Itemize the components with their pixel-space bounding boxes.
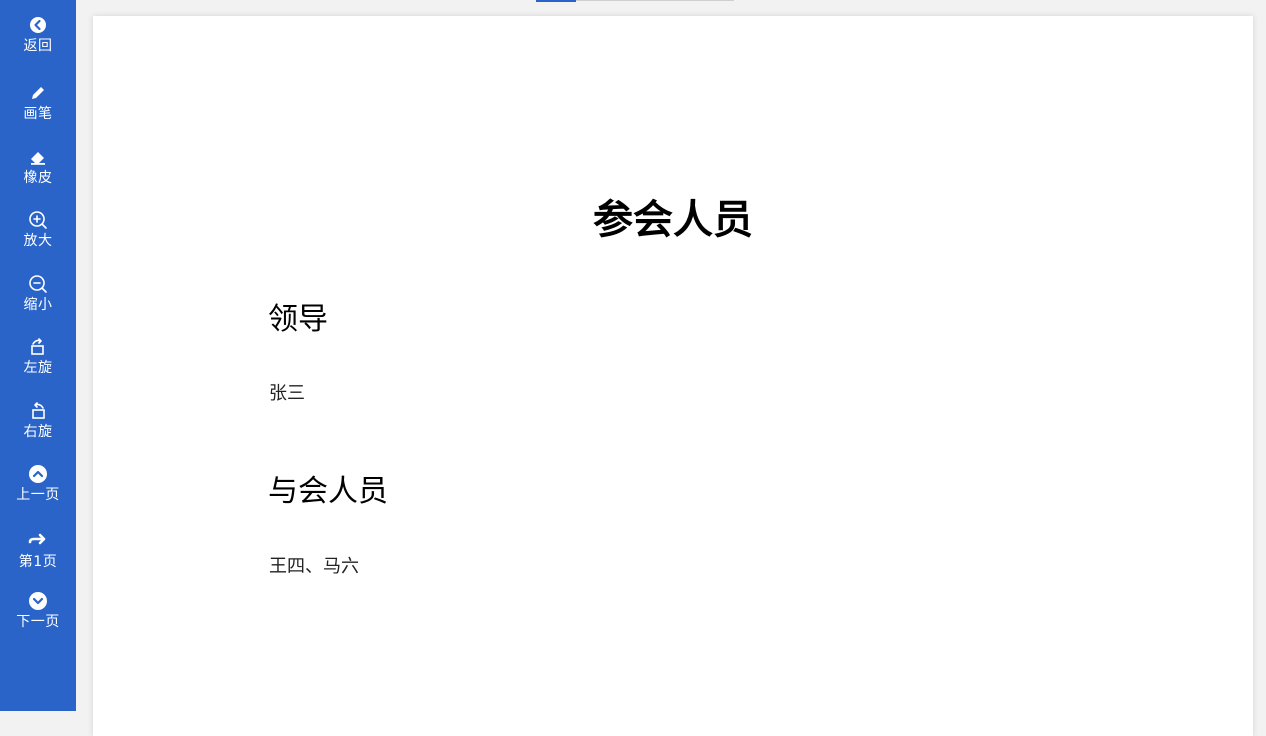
page-indicator-label: 第1页 [18,554,58,570]
zoom-out-label: 缩小 [23,297,53,313]
rotate-left-label: 左旋 [23,360,53,376]
prev-page-button[interactable]: 上一页 [0,464,76,503]
section-body-leaders: 张三 [269,383,305,404]
back-button[interactable]: 返回 [0,15,76,54]
pen-label: 画笔 [23,106,53,122]
next-page-label: 下一页 [16,614,60,630]
section-heading-attendees: 与会人员 [268,474,388,509]
rotate-right-label: 右旋 [23,424,53,440]
zoom-in-button[interactable]: 放大 [0,210,76,249]
toolbar-sidebar: 返回 画笔 橡皮 放大 缩小 左旋 右旋 上一页 第1页 下一页 [0,0,76,711]
eraser-button[interactable]: 橡皮 [0,147,76,186]
prev-page-label: 上一页 [16,487,60,503]
chevron-down-circle-icon [28,591,48,611]
next-page-button[interactable]: 下一页 [0,591,76,630]
eraser-icon [28,147,48,167]
chevron-up-circle-icon [28,464,48,484]
zoom-in-label: 放大 [23,233,53,249]
pen-button[interactable]: 画笔 [0,83,76,122]
back-label: 返回 [23,38,53,54]
rotate-right-button[interactable]: 右旋 [0,401,76,440]
document-page: 参会人员 领导 张三 与会人员 王四、马六 [93,16,1253,736]
rotate-left-icon [28,337,48,357]
zoom-out-icon [28,274,48,294]
progress-fill [536,0,576,2]
zoom-in-icon [28,210,48,230]
pencil-icon [28,83,48,103]
arrow-right-icon [28,531,48,551]
eraser-label: 橡皮 [23,170,53,186]
document-title: 参会人员 [593,197,753,243]
section-body-attendees: 王四、马六 [269,556,359,577]
page-indicator-button[interactable]: 第1页 [0,531,76,570]
zoom-out-button[interactable]: 缩小 [0,274,76,313]
rotate-right-icon [28,401,48,421]
section-heading-leaders: 领导 [268,302,328,337]
chevron-left-circle-icon [28,15,48,35]
rotate-left-button[interactable]: 左旋 [0,337,76,376]
